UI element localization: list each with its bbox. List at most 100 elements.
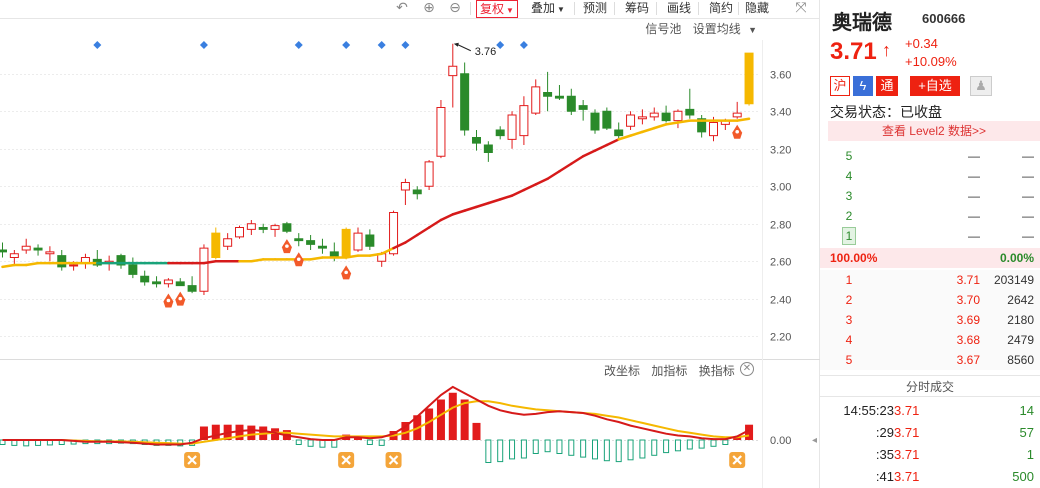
kline-svg[interactable]: 3.60 3.40 3.20 3.00 2.80 2.60 2.40 2.20 3.76 0.00 [0,0,820,488]
candle-body [436,107,446,157]
macd-bar [331,439,338,448]
ma-line-segment [629,130,644,137]
candle-body [57,255,67,268]
rocket-window [296,257,301,262]
y-tick-label: 2.80 [770,220,791,232]
signal-pool-button[interactable]: 信号池 [645,22,681,36]
ma-line-segment [250,258,265,263]
ask-level: 5 [845,149,853,163]
candle-body [614,129,624,137]
tick-row: 14:55:23 3.71 14 [820,400,1040,422]
bid-price: 3.69 [956,313,980,327]
rocket-window [735,129,739,134]
bell-icon[interactable]: ♟ [970,76,992,96]
yincang-button[interactable]: 隐藏 [742,0,772,18]
candle-body [661,112,671,122]
ask-row: 4 — — [820,166,1040,186]
lightning-icon[interactable]: ϟ [853,76,873,96]
last-price: 3.71 [830,38,877,65]
add-indicator-button[interactable]: 加指标 [651,364,687,378]
y-tick-label: 2.60 [770,257,791,269]
tick-price: 3.71 [894,425,920,440]
ma-line-segment [309,256,324,261]
set-ma-button[interactable]: 设置均线 [693,22,741,36]
zoom-out-icon[interactable]: ⊖ [447,0,463,16]
up-arrow-icon: ↑ [882,40,891,60]
candle-body [45,251,55,255]
tick-volume: 1 [1026,447,1034,462]
macd-bar [674,439,681,452]
toolbar-divider [574,2,575,15]
macd-bar [247,425,256,440]
candle-body [483,144,493,153]
candle-body [649,112,659,118]
zoom-in-icon[interactable]: ⊕ [421,0,437,16]
candle-body [472,137,481,144]
rocket-window [285,244,289,248]
trade-status: 交易状态：已收盘 [830,104,942,120]
chevron-down-icon[interactable]: ▼ [748,25,757,35]
candle-body [448,65,458,77]
macd-bar [319,439,326,448]
ma-line-segment [570,155,585,165]
yuce-button[interactable]: 预测 [580,0,610,18]
ma-line-segment [427,218,443,229]
ma-line-segment [510,188,526,197]
candle-body [270,225,280,230]
candle-body [507,114,517,140]
ma-line-segment [404,233,419,244]
toolbar-divider [698,2,699,15]
undo-icon[interactable]: ↶ [394,0,410,16]
jianyue-button[interactable]: 简约 [706,0,736,18]
diejia-button[interactable]: 叠加 ▼ [528,0,568,18]
candle-body [519,105,529,137]
candle-body [602,110,612,129]
kline-chart-area[interactable]: 3.60 3.40 3.20 3.00 2.80 2.60 2.40 2.20 3.76 0.00… [0,0,820,488]
y-tick-label: 2.20 [770,332,791,344]
ask-price: — [968,229,980,243]
chart-toolbar: ↶ ⊕ ⊖ 复权 ▼ 叠加 ▼ 预测 筹码 画线 简约 隐藏 ⤧ [0,0,820,18]
candle-body [317,245,327,249]
macd-bar [307,439,314,447]
huaxian-button[interactable]: 画线 [664,0,694,18]
fuquan-button[interactable]: 复权 ▼ [476,0,518,18]
macd-bar [686,439,693,450]
chouma-button[interactable]: 筹码 [622,0,652,18]
ma-line-segment [641,126,656,134]
signal-diamond [199,41,208,49]
ma-line-segment [24,261,40,267]
collapse-arrow-icon[interactable]: ◂ [812,430,822,452]
candle-body [365,234,375,247]
candle-body [626,114,636,127]
ratio-left: 100.00% [830,251,878,265]
rocket-window [166,298,171,303]
stock-code: 600666 [922,11,966,26]
fullscreen-icon[interactable]: ⤧ [793,0,809,16]
bid-price: 3.68 [956,333,980,347]
macd-bar [497,439,504,463]
ma-line-segment [617,134,632,141]
close-icon[interactable]: ✕ [740,362,754,376]
add-watchlist-button[interactable]: +自选 [910,76,960,96]
ma-line-segment [463,205,478,212]
macd-bar [485,439,492,463]
change-axis-button[interactable]: 改坐标 [604,364,640,378]
ratio-right: 0.00% [999,251,1034,265]
switch-indicator-button[interactable]: 换指标 [699,364,735,378]
candle-body [744,52,754,105]
ma-line-segment [1,263,16,269]
ask-level: 3 [845,189,853,203]
bid-row: 2 3.70 2642 [820,290,1040,310]
macd-bar [592,439,598,460]
macd-bar [211,424,220,440]
candle-body [223,238,233,247]
candle-body [69,264,79,267]
connect-tag: 通 [876,76,898,96]
ma-line-segment [451,209,466,216]
ma-line-segment [475,201,490,209]
level2-link[interactable]: 查看 Level2 数据>> [828,121,1040,141]
tick-volume: 500 [1012,469,1034,484]
bid-level: 2 [845,293,853,307]
ma-line-segment [522,183,537,192]
ask-volume: — [1022,229,1034,243]
